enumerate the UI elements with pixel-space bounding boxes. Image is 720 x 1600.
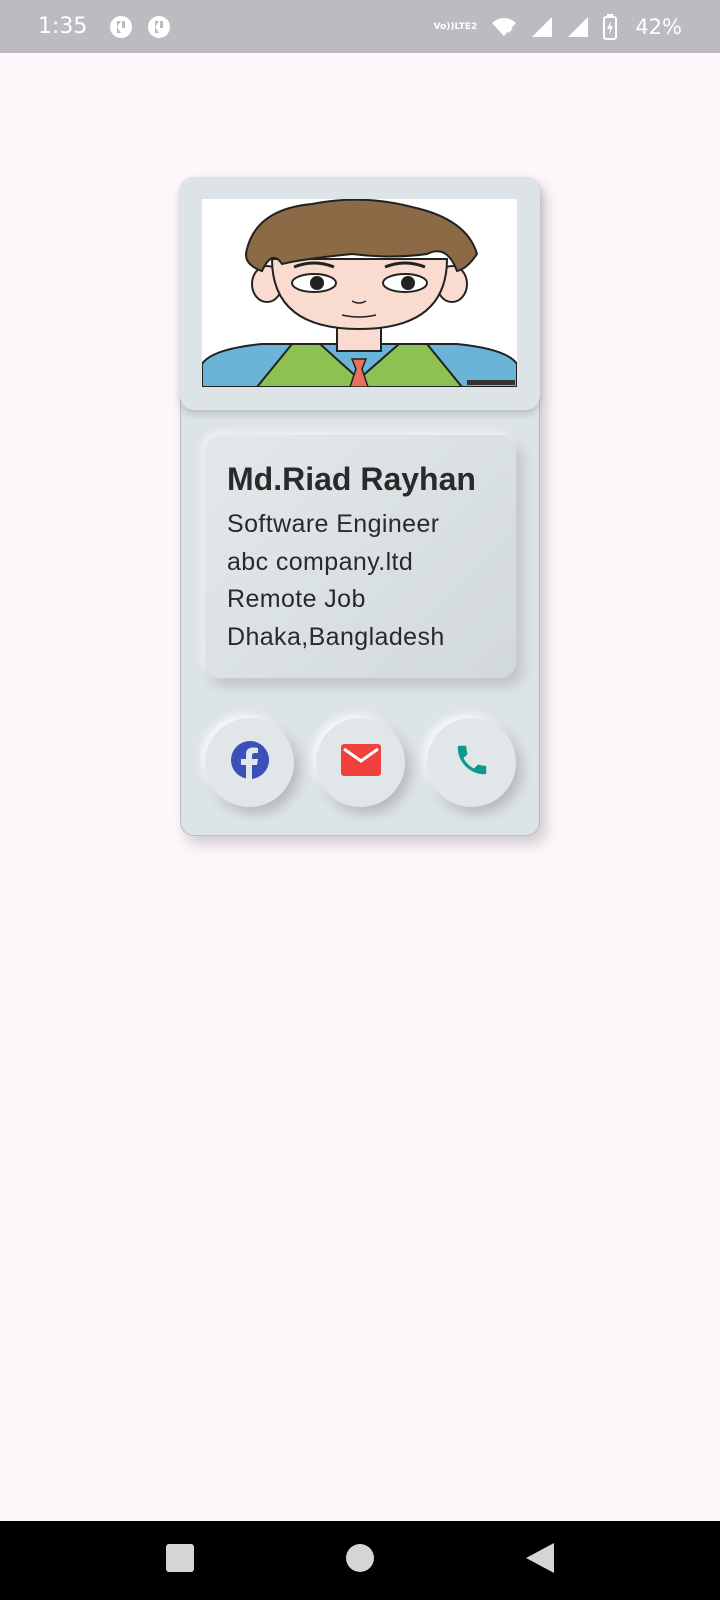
volte-icon: Vo)) LTE2 [434,22,478,32]
profile-job-title: Software Engineer [227,510,440,538]
phone-button[interactable] [427,718,516,807]
profile-card: Md.Riad Rayhan Software Engineer abc com… [180,177,540,836]
recents-button[interactable] [150,1531,210,1591]
flutter-app-icon [109,15,133,39]
photo-panel [180,177,540,410]
phone-icon [453,741,491,784]
status-bar-right: Vo)) LTE2 42% [434,13,682,40]
status-bar-left: 1:35 [38,14,171,39]
cartoon-boy-avatar [202,199,517,387]
home-button[interactable] [330,1531,390,1591]
lte-label: LTE2 [454,21,478,32]
home-icon [345,1543,375,1578]
back-icon [525,1542,555,1579]
battery-charging-icon [603,13,618,40]
email-button[interactable] [316,718,405,807]
profile-name: Md.Riad Rayhan [227,461,476,497]
profile-location: Dhaka,Bangladesh [227,622,445,651]
signal-icon [567,16,589,38]
wifi-icon [491,16,517,38]
back-button[interactable] [510,1531,570,1591]
profile-photo [202,199,517,387]
navigation-bar [0,1521,720,1600]
signal-icon [531,16,553,38]
flutter-app-icon [147,15,171,39]
recents-icon [165,1543,195,1578]
contact-actions [205,718,516,807]
battery-percent: 42% [635,14,682,39]
profile-job-type: Remote Job [227,585,366,613]
facebook-icon [230,741,269,784]
volte-label: Vo)) [433,21,455,32]
status-bar: 1:35 Vo)) LTE2 42% [0,0,720,53]
profile-company: abc company.ltd [227,547,414,576]
info-panel: Md.Riad Rayhan Software Engineer abc com… [205,435,516,678]
facebook-button[interactable] [205,718,294,807]
status-time: 1:35 [38,14,88,39]
email-icon [340,744,381,781]
